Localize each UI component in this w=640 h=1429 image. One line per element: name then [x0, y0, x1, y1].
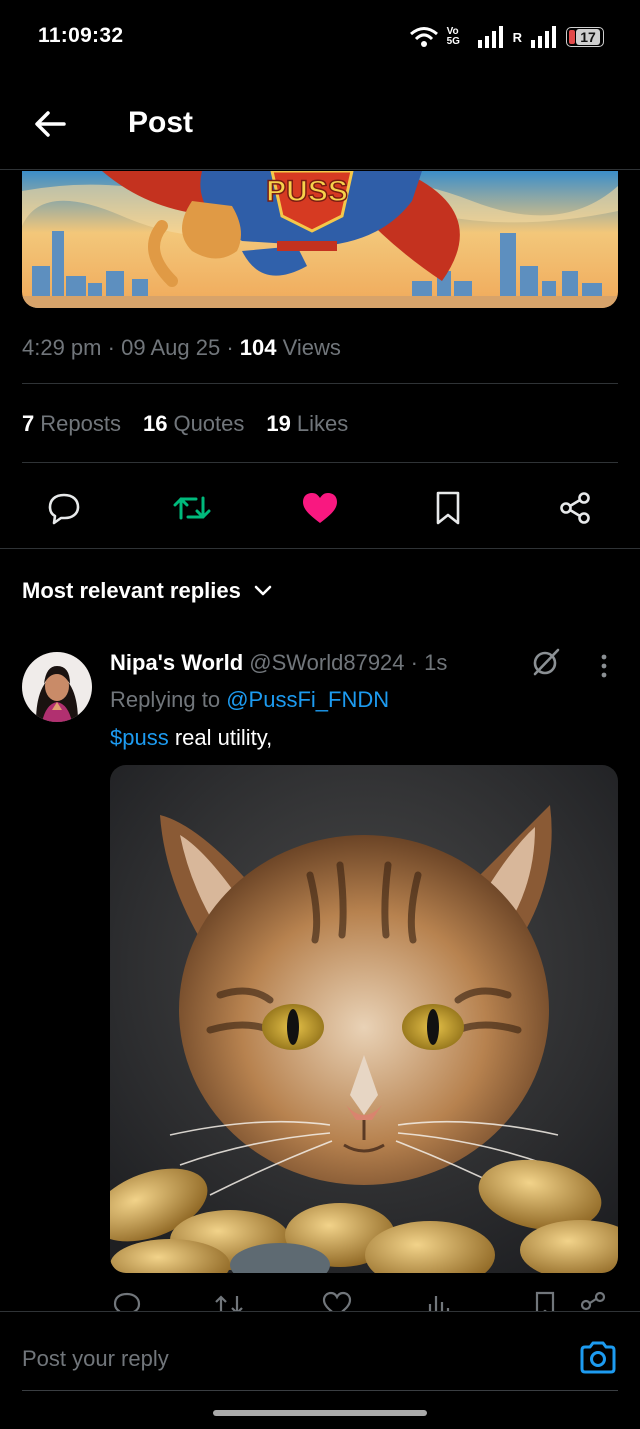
- share-icon: [560, 492, 590, 524]
- likes-count: 19: [266, 411, 291, 436]
- meta-separator: ·: [107, 335, 122, 360]
- bookmark-button[interactable]: [426, 486, 470, 530]
- meta-separator: ·: [226, 335, 240, 360]
- display-name[interactable]: Nipa's World: [110, 650, 243, 675]
- reply-button[interactable]: [42, 486, 86, 530]
- likes-stat[interactable]: 19 Likes: [266, 411, 348, 437]
- reply-actions: [110, 1290, 618, 1312]
- post-actions: [0, 478, 640, 538]
- superhero-cat-illustration: PUSS: [22, 171, 618, 308]
- wifi-icon: [409, 27, 438, 47]
- reposts-stat[interactable]: 7 Reposts: [22, 411, 121, 437]
- reply-header: Nipa's World @SWorld87924 · 1s: [110, 650, 447, 676]
- post-time: 4:29 pm: [22, 335, 102, 360]
- likes-label: Likes: [296, 411, 349, 436]
- engagement-stats: 7 Reposts 16 Quotes 19 Likes: [22, 411, 348, 437]
- replying-to: Replying to @PussFi_FNDN: [110, 687, 389, 713]
- reply-composer: Post your reply: [0, 1311, 640, 1429]
- back-arrow-icon[interactable]: [30, 104, 70, 144]
- replying-prefix: Replying to: [110, 687, 221, 712]
- heart-icon: [303, 493, 337, 523]
- reposts-label: Reposts: [40, 411, 121, 436]
- like-button[interactable]: [298, 486, 342, 530]
- post-meta: 4:29 pm · 09 Aug 25 · 104 Views: [22, 335, 341, 361]
- banner-text: PUSS: [266, 175, 348, 208]
- views-label[interactable]: Views: [283, 335, 341, 360]
- quotes-label: Quotes: [173, 411, 245, 436]
- reply-icon[interactable]: [112, 1290, 142, 1312]
- repost-icon: [173, 496, 211, 520]
- views-icon[interactable]: [424, 1290, 454, 1312]
- more-options-icon[interactable]: [594, 652, 614, 680]
- status-bar: 11:09:32 Vo 5G R 17: [0, 0, 640, 72]
- replies-sort-dropdown[interactable]: Most relevant replies: [22, 578, 273, 604]
- reply-text: real utility,: [168, 725, 273, 750]
- reposts-count: 7: [22, 411, 35, 436]
- status-time: 11:09:32: [38, 24, 124, 47]
- bookmark-icon: [436, 491, 460, 525]
- bookmark-icon[interactable]: [530, 1290, 560, 1312]
- reply-body: $puss real utility,: [110, 725, 272, 751]
- page-title: Post: [128, 106, 194, 139]
- header: Post: [0, 72, 640, 170]
- status-icons: Vo 5G R 17: [409, 24, 604, 50]
- repost-button[interactable]: [170, 486, 214, 530]
- reply-image[interactable]: [110, 765, 618, 1273]
- replying-to-link[interactable]: @PussFi_FNDN: [226, 687, 389, 712]
- signal-icon: [477, 26, 503, 48]
- divider: [22, 462, 618, 463]
- home-indicator[interactable]: [213, 1410, 427, 1416]
- quotes-stat[interactable]: 16 Quotes: [143, 411, 244, 437]
- chevron-down-icon: [254, 585, 272, 596]
- meta-separator: ·: [410, 650, 425, 675]
- battery-level: 17: [576, 29, 600, 45]
- post-image[interactable]: PUSS: [22, 171, 618, 308]
- cashtag-link[interactable]: $puss: [110, 725, 169, 750]
- cat-with-coins-photo: [110, 765, 618, 1273]
- grok-icon[interactable]: [530, 646, 562, 678]
- quotes-count: 16: [142, 411, 168, 436]
- reply-icon: [48, 493, 80, 525]
- repost-icon[interactable]: [214, 1290, 244, 1312]
- views-count: 104: [239, 335, 277, 360]
- roaming-label: R: [512, 29, 522, 45]
- section-divider: [0, 548, 640, 549]
- signal-icon-2: [531, 26, 556, 48]
- reply-input[interactable]: Post your reply: [22, 1346, 169, 1372]
- divider: [22, 383, 618, 384]
- avatar[interactable]: [22, 652, 92, 722]
- heart-icon[interactable]: [322, 1290, 352, 1312]
- camera-icon[interactable]: [578, 1338, 618, 1378]
- post-date: 09 Aug 25: [121, 335, 221, 360]
- reply-time: 1s: [424, 650, 448, 675]
- battery-icon: 17: [566, 27, 604, 47]
- avatar-photo: [22, 652, 92, 722]
- share-icon[interactable]: [578, 1290, 608, 1312]
- composer-underline: [22, 1390, 618, 1391]
- user-handle[interactable]: @SWorld87924: [249, 650, 404, 675]
- network-label: Vo 5G: [446, 26, 460, 47]
- sort-label: Most relevant replies: [22, 578, 241, 603]
- share-button[interactable]: [553, 486, 597, 530]
